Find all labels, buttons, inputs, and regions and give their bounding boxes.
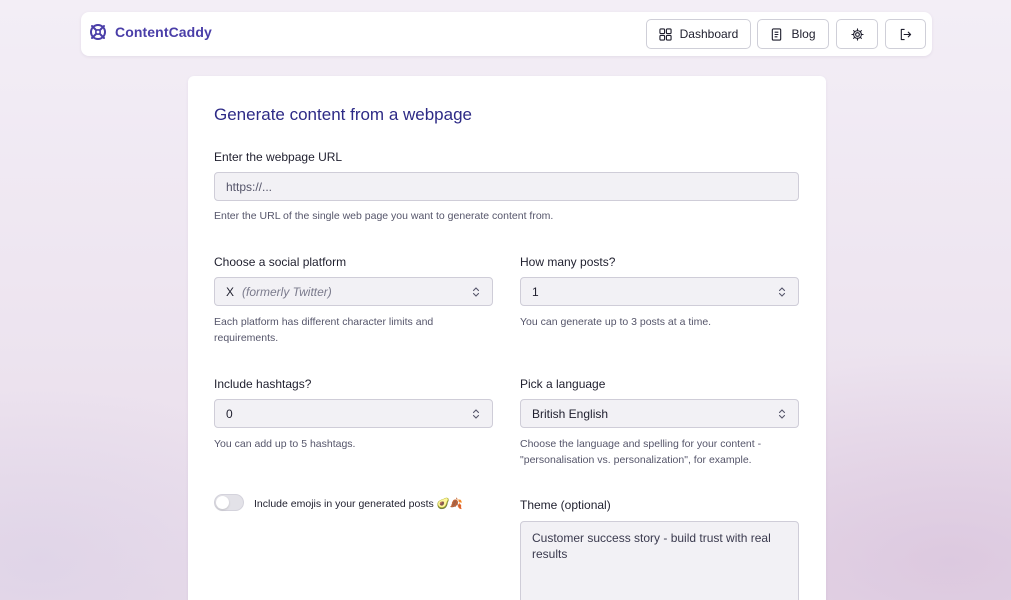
hashtags-select[interactable]: 0 <box>214 399 493 428</box>
hashtags-help: You can add up to 5 hashtags. <box>214 438 356 450</box>
url-label: Enter the webpage URL <box>214 150 343 164</box>
language-value: British English <box>532 406 609 421</box>
posts-label: How many posts? <box>520 255 616 269</box>
chevron-up-down-icon <box>472 409 480 419</box>
language-label: Pick a language <box>520 377 606 391</box>
emojis-toggle[interactable] <box>214 494 244 511</box>
platform-label: Choose a social platform <box>214 255 347 269</box>
platform-value-note: (formerly Twitter) <box>242 284 332 299</box>
platform-value: X <box>226 284 235 299</box>
platform-help: Each platform has different character li… <box>214 316 434 344</box>
document-icon <box>772 27 782 41</box>
logout-button[interactable] <box>885 19 926 49</box>
logout-icon <box>900 28 912 40</box>
url-help: Enter the URL of the single web page you… <box>214 210 554 222</box>
theme-textarea[interactable]: Customer success story - build trust wit… <box>520 521 799 600</box>
theme-label: Theme (optional) <box>520 498 611 512</box>
chevron-up-down-icon <box>472 287 480 297</box>
platform-select[interactable]: X (formerly Twitter) <box>214 277 493 306</box>
hashtags-value: 0 <box>226 406 233 421</box>
posts-help: You can generate up to 3 posts at a time… <box>520 316 712 328</box>
dashboard-label: Dashboard <box>679 27 739 41</box>
chevron-up-down-icon <box>778 409 786 419</box>
emojis-label: Include emojis in your generated posts 🥑… <box>254 498 463 510</box>
toggle-knob <box>216 496 229 509</box>
url-input[interactable] <box>214 172 799 201</box>
gear-icon <box>850 27 864 41</box>
blog-button[interactable]: Blog <box>757 19 829 49</box>
generate-form-card: Generate content from a webpage Enter th… <box>188 76 826 600</box>
grid-icon <box>659 27 672 41</box>
dashboard-button[interactable]: Dashboard <box>646 19 751 49</box>
brand-name: ContentCaddy <box>115 24 212 40</box>
chevron-up-down-icon <box>778 287 786 297</box>
brand[interactable]: ContentCaddy <box>89 23 212 41</box>
brand-logo-icon <box>90 24 106 40</box>
page-title: Generate content from a webpage <box>214 105 472 124</box>
posts-select[interactable]: 1 <box>520 277 799 306</box>
posts-value: 1 <box>532 284 539 299</box>
language-help: Choose the language and spelling for you… <box>520 438 762 466</box>
hashtags-label: Include hashtags? <box>214 377 312 391</box>
top-navbar: ContentCaddy Dashboard Blog <box>81 12 932 56</box>
language-select[interactable]: British English <box>520 399 799 428</box>
blog-label: Blog <box>791 27 816 41</box>
settings-button[interactable] <box>836 19 878 49</box>
